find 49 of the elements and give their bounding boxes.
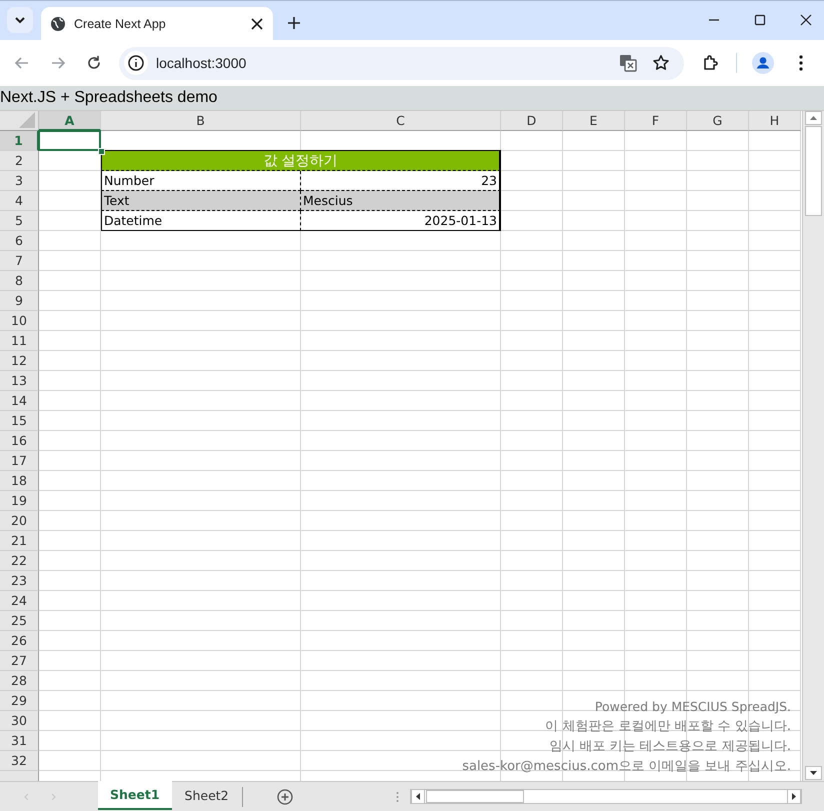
translate-icon[interactable] — [619, 54, 637, 72]
trial-notice-text: Powered by MESCIUS SpreadJS. — [594, 698, 792, 716]
table-cell: Mescius — [301, 191, 501, 211]
address-bar[interactable]: localhost:3000 — [119, 46, 684, 80]
trial-notice-text: sales-kor@mescius.com으로 이메일을 보내 주십시오. — [462, 758, 792, 776]
column-header[interactable]: D — [501, 111, 563, 131]
column-header[interactable]: B — [101, 111, 301, 131]
scroll-up-icon[interactable] — [805, 111, 822, 125]
star-icon[interactable] — [652, 54, 670, 72]
column-header[interactable]: H — [749, 111, 801, 131]
horizontal-scrollbar[interactable] — [410, 789, 802, 804]
column-header[interactable]: A — [39, 111, 101, 131]
puzzle-icon[interactable] — [702, 54, 720, 72]
table-cell: Text — [101, 191, 301, 211]
page-heading: Next.JS + Spreadsheets demo — [0, 89, 218, 107]
close-icon[interactable] — [800, 14, 812, 26]
row-header[interactable]: 1 — [0, 131, 39, 151]
scroll-left-icon[interactable] — [410, 789, 425, 804]
address-text: localhost:3000 — [156, 55, 246, 71]
table-cell: 2025-01-13 — [301, 211, 501, 231]
new-tab-icon[interactable] — [287, 16, 301, 30]
more-menu-icon[interactable] — [799, 55, 803, 71]
scroll-thumb[interactable] — [805, 126, 822, 216]
globe-icon — [50, 16, 66, 32]
column-header[interactable]: E — [563, 111, 625, 131]
vertical-scrollbar[interactable] — [802, 111, 824, 781]
tab-search-button[interactable] — [7, 7, 33, 33]
info-icon[interactable] — [124, 51, 148, 75]
active-cell-cursor[interactable] — [38, 130, 101, 151]
column-header[interactable]: F — [625, 111, 687, 131]
table-cell: Datetime — [101, 211, 301, 231]
add-sheet-icon[interactable] — [276, 788, 293, 804]
scroll-down-icon[interactable] — [805, 766, 822, 780]
sheet-tab[interactable]: Sheet1 — [98, 781, 172, 810]
trial-notice-text: 이 체험판은 로컬에만 배포할 수 있습니다. — [545, 718, 792, 736]
fill-handle[interactable] — [98, 148, 105, 155]
scroll-right-icon[interactable] — [787, 789, 801, 804]
profile-avatar-icon[interactable] — [752, 52, 774, 74]
tab-title: Create Next App — [74, 16, 167, 30]
trial-notice-text: 임시 배포 키는 테스트용으로 제공됩니다. — [549, 738, 792, 756]
maximize-icon[interactable] — [754, 14, 766, 26]
column-header[interactable]: C — [301, 111, 501, 131]
sheet-tab[interactable]: Sheet2 — [172, 781, 242, 810]
scroll-thumb[interactable] — [426, 790, 524, 803]
browser-tab[interactable]: Create Next App — [41, 7, 273, 40]
chevron-down-icon[interactable] — [14, 16, 26, 24]
close-icon[interactable] — [251, 18, 263, 30]
column-header[interactable]: G — [687, 111, 749, 131]
table-header-cell: 값 설정하기 — [101, 150, 501, 171]
